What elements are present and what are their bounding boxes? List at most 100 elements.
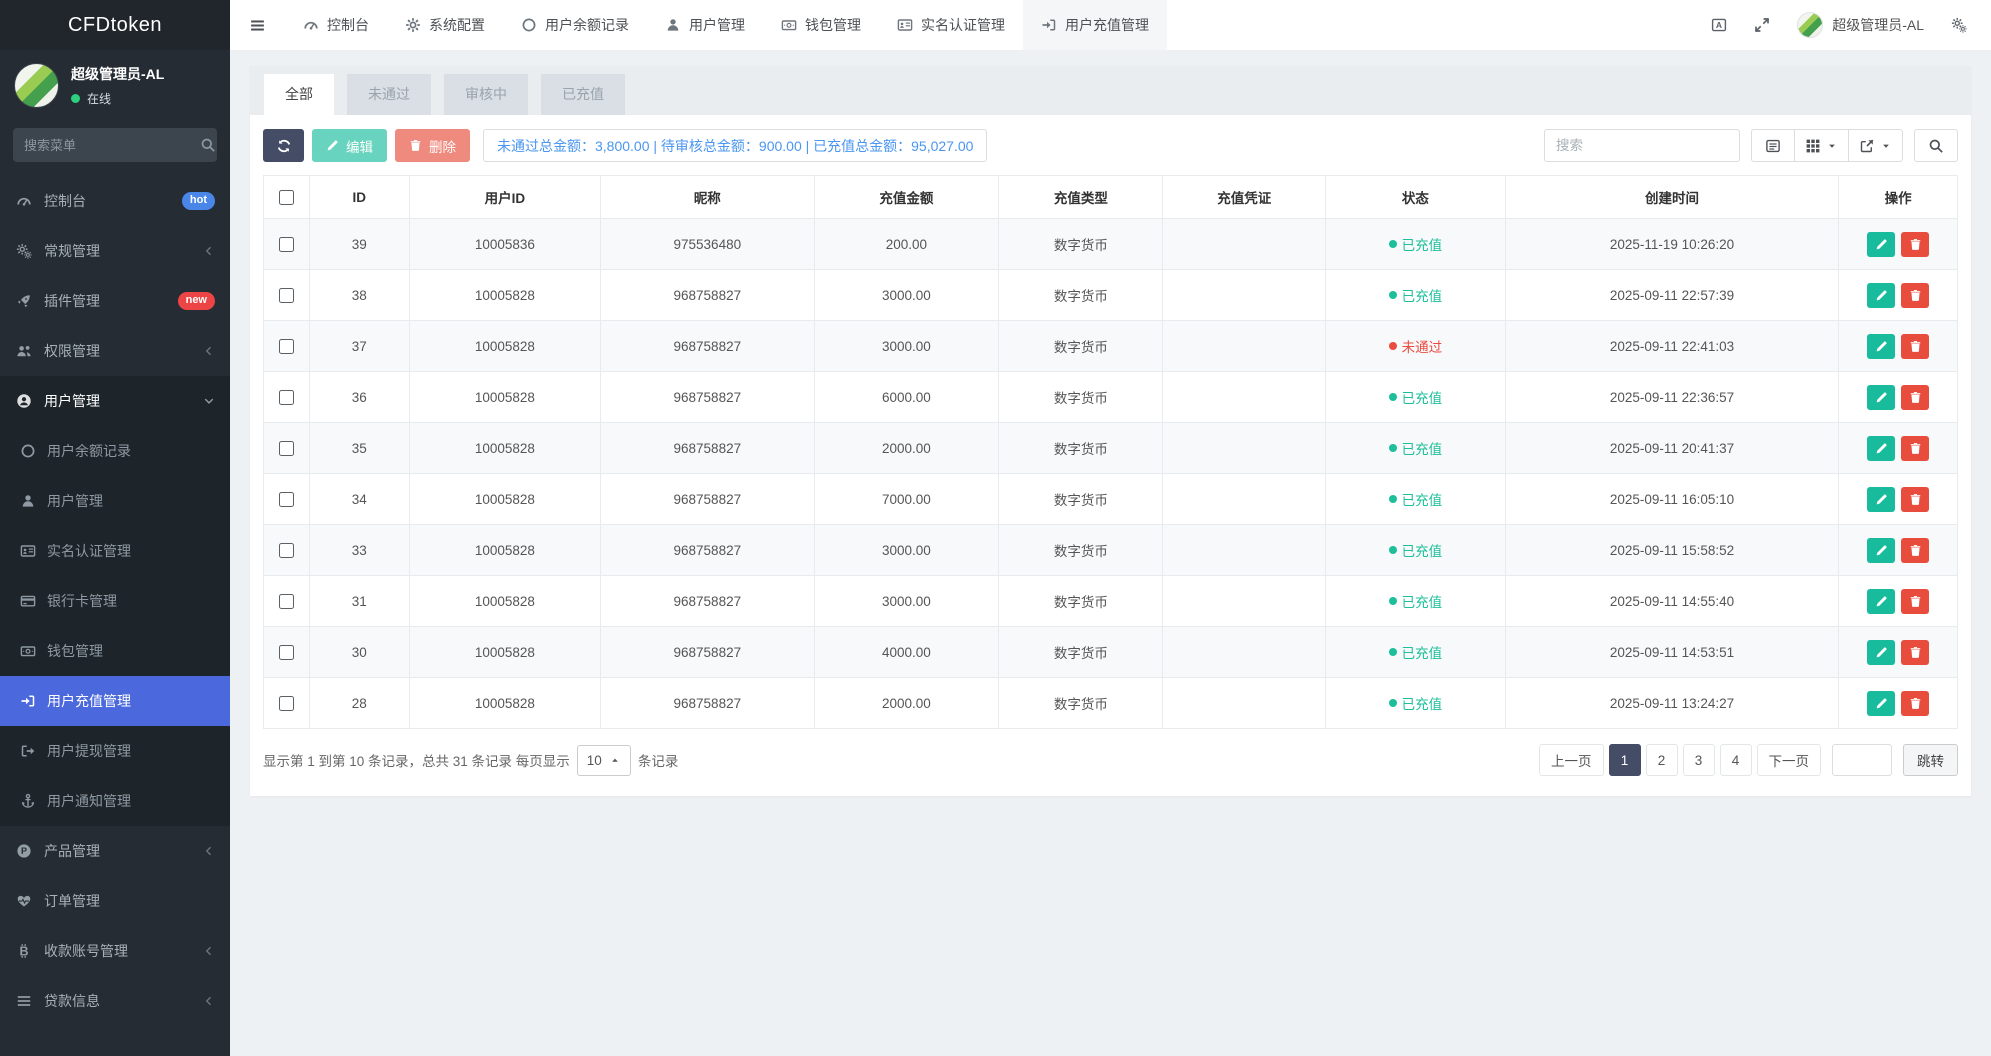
topnav-item-系统配置[interactable]: 系统配置 <box>387 0 503 50</box>
row-delete-button[interactable] <box>1901 232 1929 257</box>
refresh-button[interactable] <box>263 129 304 162</box>
row-checkbox[interactable] <box>279 543 294 558</box>
sidebar-subitem-实名认证管理[interactable]: 实名认证管理 <box>0 526 230 576</box>
row-edit-button[interactable] <box>1867 691 1895 716</box>
sidebar-subitem-银行卡管理[interactable]: 银行卡管理 <box>0 576 230 626</box>
topnav-item-用户余额记录[interactable]: 用户余额记录 <box>503 0 647 50</box>
row-checkbox[interactable] <box>279 288 294 303</box>
row-delete-button[interactable] <box>1901 436 1929 461</box>
common-search-button[interactable] <box>1751 129 1795 162</box>
row-checkbox[interactable] <box>279 696 294 711</box>
table-row[interactable]: 33100058289687588273000.00数字货币已充值2025-09… <box>264 525 1958 576</box>
column-header-充值类型[interactable]: 充值类型 <box>999 176 1163 219</box>
sidebar-subitem-用户充值管理[interactable]: 用户充值管理 <box>0 676 230 726</box>
sidebar-item-权限管理[interactable]: 权限管理 <box>0 326 230 376</box>
row-edit-button[interactable] <box>1867 283 1895 308</box>
column-header-昵称[interactable]: 昵称 <box>601 176 814 219</box>
navbar-user-menu[interactable]: 超级管理员-AL <box>1797 12 1924 38</box>
row-edit-button[interactable] <box>1867 640 1895 665</box>
page-size-dropdown[interactable]: 10 <box>577 745 631 776</box>
table-row[interactable]: 3910005836975536480200.00数字货币已充值2025-11-… <box>264 219 1958 270</box>
row-checkbox[interactable] <box>279 390 294 405</box>
row-delete-button[interactable] <box>1901 538 1929 563</box>
sidebar-item-用户管理[interactable]: 用户管理 <box>0 376 230 426</box>
page-button-3[interactable]: 3 <box>1683 744 1715 776</box>
tab-未通过[interactable]: 未通过 <box>347 74 431 115</box>
topnav-item-控制台[interactable]: 控制台 <box>285 0 387 50</box>
row-edit-button[interactable] <box>1867 538 1895 563</box>
tab-全部[interactable]: 全部 <box>264 74 334 115</box>
table-search-input[interactable] <box>1544 129 1740 162</box>
table-row[interactable]: 37100058289687588273000.00数字货币未通过2025-09… <box>264 321 1958 372</box>
column-header-状态[interactable]: 状态 <box>1326 176 1506 219</box>
sidebar-subitem-用户通知管理[interactable]: 用户通知管理 <box>0 776 230 826</box>
page-jump-button[interactable]: 跳转 <box>1903 744 1958 776</box>
sidebar-subitem-用户余额记录[interactable]: 用户余额记录 <box>0 426 230 476</box>
row-edit-button[interactable] <box>1867 436 1895 461</box>
column-header-ID[interactable]: ID <box>309 176 409 219</box>
topnav-item-钱包管理[interactable]: 钱包管理 <box>763 0 879 50</box>
row-delete-button[interactable] <box>1901 487 1929 512</box>
table-row[interactable]: 38100058289687588273000.00数字货币已充值2025-09… <box>264 270 1958 321</box>
topnav-item-实名认证管理[interactable]: 实名认证管理 <box>879 0 1023 50</box>
language-icon[interactable]: A <box>1711 17 1727 33</box>
row-delete-button[interactable] <box>1901 589 1929 614</box>
row-checkbox[interactable] <box>279 594 294 609</box>
sidebar-subitem-用户管理[interactable]: 用户管理 <box>0 476 230 526</box>
table-row[interactable]: 28100058289687588272000.00数字货币已充值2025-09… <box>264 678 1958 729</box>
row-edit-button[interactable] <box>1867 589 1895 614</box>
row-delete-button[interactable] <box>1901 385 1929 410</box>
next-page-button[interactable]: 下一页 <box>1757 744 1822 776</box>
sidebar-toggle-button[interactable] <box>230 0 285 50</box>
advanced-search-button[interactable] <box>1914 129 1958 162</box>
table-row[interactable]: 31100058289687588273000.00数字货币已充值2025-09… <box>264 576 1958 627</box>
sidebar-item-订单管理[interactable]: 订单管理 <box>0 876 230 926</box>
row-edit-button[interactable] <box>1867 232 1895 257</box>
row-checkbox[interactable] <box>279 441 294 456</box>
prev-page-button[interactable]: 上一页 <box>1539 744 1604 776</box>
page-button-1[interactable]: 1 <box>1609 744 1641 776</box>
page-jump-input[interactable] <box>1832 744 1892 776</box>
table-row[interactable]: 36100058289687588276000.00数字货币已充值2025-09… <box>264 372 1958 423</box>
fullscreen-icon[interactable] <box>1754 17 1770 33</box>
sidebar-item-贷款信息[interactable]: 贷款信息 <box>0 976 230 1026</box>
topnav-item-用户充值管理[interactable]: 用户充值管理 <box>1023 0 1167 50</box>
sidebar-search-input[interactable] <box>24 138 200 153</box>
row-checkbox[interactable] <box>279 645 294 660</box>
page-button-4[interactable]: 4 <box>1720 744 1752 776</box>
row-checkbox[interactable] <box>279 339 294 354</box>
sidebar-item-收款账号管理[interactable]: B收款账号管理 <box>0 926 230 976</box>
column-header-创建时间[interactable]: 创建时间 <box>1505 176 1839 219</box>
sidebar-item-控制台[interactable]: 控制台hot <box>0 176 230 226</box>
select-all-checkbox[interactable] <box>279 190 294 205</box>
row-edit-button[interactable] <box>1867 334 1895 359</box>
row-delete-button[interactable] <box>1901 334 1929 359</box>
columns-toggle-button[interactable] <box>1795 129 1849 162</box>
sidebar-item-插件管理[interactable]: 插件管理new <box>0 276 230 326</box>
sidebar-item-产品管理[interactable]: P产品管理 <box>0 826 230 876</box>
table-row[interactable]: 34100058289687588277000.00数字货币已充值2025-09… <box>264 474 1958 525</box>
settings-cogs-icon[interactable] <box>1951 17 1967 33</box>
row-edit-button[interactable] <box>1867 487 1895 512</box>
row-delete-button[interactable] <box>1901 283 1929 308</box>
row-delete-button[interactable] <box>1901 640 1929 665</box>
tab-审核中[interactable]: 审核中 <box>444 74 528 115</box>
export-button[interactable] <box>1849 129 1903 162</box>
column-header-充值金额[interactable]: 充值金额 <box>814 176 999 219</box>
column-header-充值凭证[interactable]: 充值凭证 <box>1163 176 1326 219</box>
column-header-用户ID[interactable]: 用户ID <box>409 176 600 219</box>
sidebar-subitem-钱包管理[interactable]: 钱包管理 <box>0 626 230 676</box>
row-delete-button[interactable] <box>1901 691 1929 716</box>
row-checkbox[interactable] <box>279 492 294 507</box>
row-edit-button[interactable] <box>1867 385 1895 410</box>
column-header-操作[interactable]: 操作 <box>1839 176 1958 219</box>
delete-button[interactable]: 删除 <box>395 129 470 162</box>
table-row[interactable]: 35100058289687588272000.00数字货币已充值2025-09… <box>264 423 1958 474</box>
sidebar-search[interactable] <box>13 128 217 162</box>
edit-button[interactable]: 编辑 <box>312 129 387 162</box>
tab-已充值[interactable]: 已充值 <box>541 74 625 115</box>
table-row[interactable]: 30100058289687588274000.00数字货币已充值2025-09… <box>264 627 1958 678</box>
row-checkbox[interactable] <box>279 237 294 252</box>
topnav-item-用户管理[interactable]: 用户管理 <box>647 0 763 50</box>
page-button-2[interactable]: 2 <box>1646 744 1678 776</box>
